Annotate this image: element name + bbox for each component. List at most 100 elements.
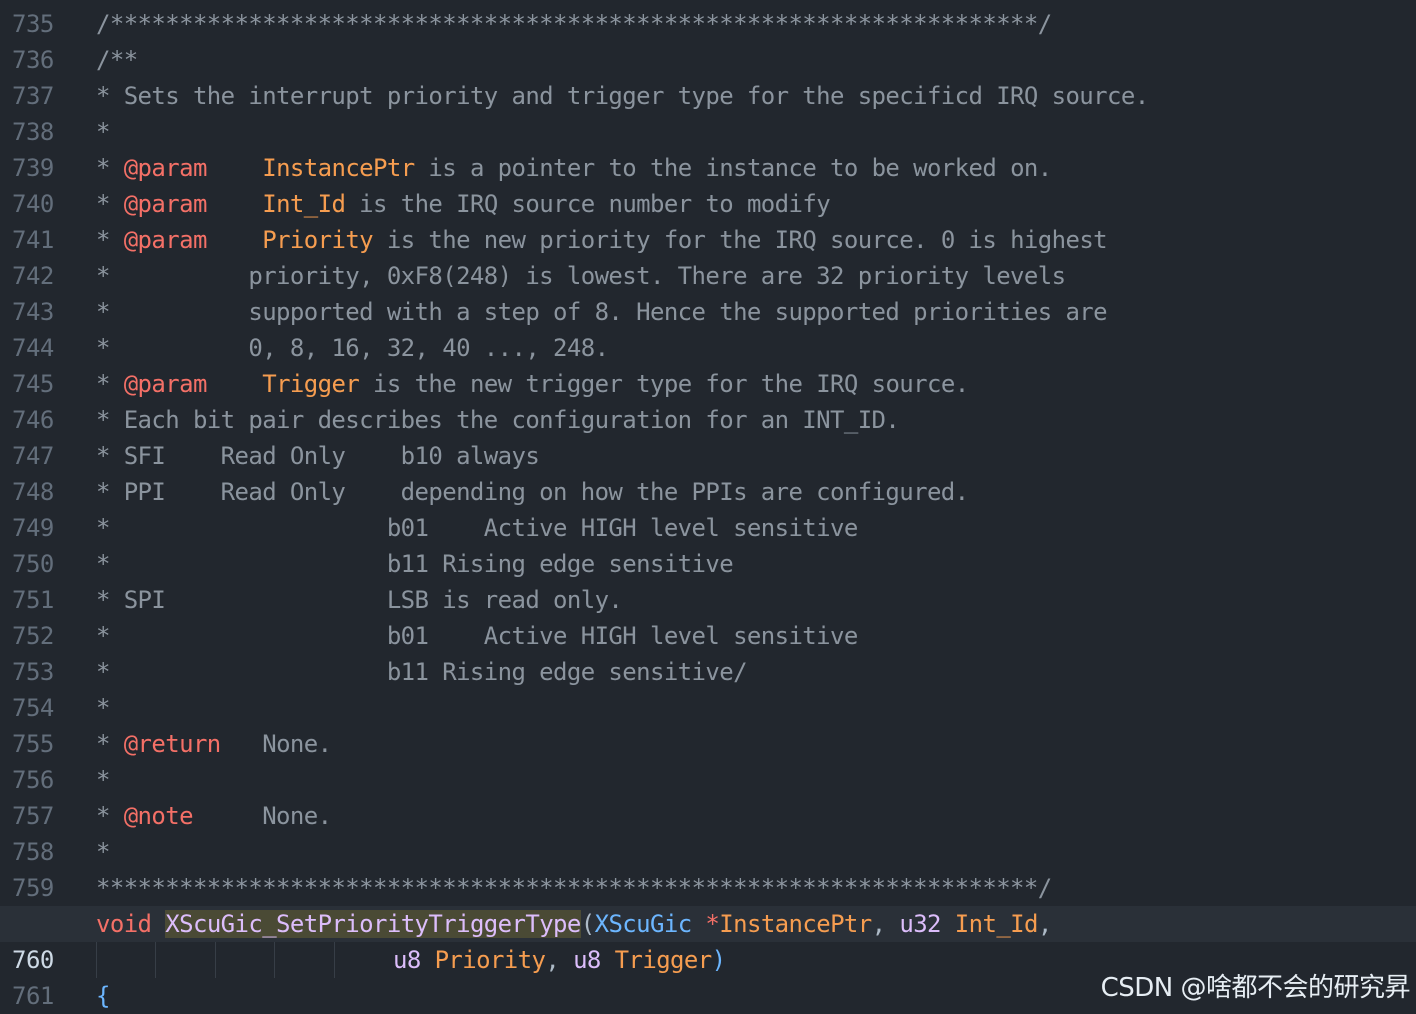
line-number: 755 (12, 730, 54, 758)
comment-text: * b11 Rising edge sensitive (96, 550, 734, 578)
line-number: 757 (12, 802, 54, 830)
comment-text: is the new priority for the IRQ source. … (373, 226, 1108, 254)
line-content: * b11 Rising edge sensitive (96, 546, 734, 582)
doc-tag: @note (123, 802, 194, 830)
comment-block: 735/************************************… (0, 6, 1416, 906)
code-line-745[interactable]: 745 * @param Trigger is the new trigger t… (0, 366, 1416, 402)
function-name: XScuGic_SetPriorityTriggerType (165, 910, 581, 938)
line-content: * (96, 114, 110, 150)
comment-text: * (96, 766, 110, 794)
line-content: * (96, 690, 110, 726)
line-content: /** (96, 42, 138, 78)
pointer-star: * (705, 910, 720, 938)
line-content: u8 Priority, u8 Trigger) (393, 942, 726, 978)
code-line-750[interactable]: 750 * b11 Rising edge sensitive (0, 546, 1416, 582)
line-content: * @param InstancePtr is a pointer to the… (96, 150, 1052, 186)
line-content: * Sets the interrupt priority and trigge… (96, 78, 1149, 114)
code-line-744[interactable]: 744 * 0, 8, 16, 32, 40 ..., 248. (0, 330, 1416, 366)
comment-text: * Each bit pair describes the configurat… (96, 406, 900, 434)
indent-guides (96, 942, 396, 978)
comment-star: * (96, 190, 124, 218)
code-line-749[interactable]: 749 * b01 Active HIGH level sensitive (0, 510, 1416, 546)
line-number: 736 (12, 46, 54, 74)
doc-tag: @return (123, 730, 222, 758)
comment-text: * SPI LSB is read only. (96, 586, 623, 614)
code-line-740[interactable]: 740 * @param Int_Id is the IRQ source num… (0, 186, 1416, 222)
comment-text: * b11 Rising edge sensitive/ (96, 658, 748, 686)
code-line-758[interactable]: 758 * (0, 834, 1416, 870)
line-content: * @note None. (96, 798, 332, 834)
code-line-752[interactable]: 752 * b01 Active HIGH level sensitive (0, 618, 1416, 654)
doc-tag: @param (123, 190, 208, 218)
line-number: 754 (12, 694, 54, 722)
code-line-748[interactable]: 748 * PPI Read Only depending on how the … (0, 474, 1416, 510)
param-instanceptr: InstancePtr (719, 910, 872, 938)
code-line-739[interactable]: 739 * @param InstancePtr is a pointer to … (0, 150, 1416, 186)
doc-tag: @param (123, 226, 208, 254)
code-line-735[interactable]: 735 /************************************… (0, 6, 1416, 42)
code-line-742[interactable]: 742 * priority, 0xF8(248) is lowest. Ther… (0, 258, 1416, 294)
comment-text: * SFI Read Only b10 always (96, 442, 540, 470)
comment-text: is a pointer to the instance to be worke… (414, 154, 1052, 182)
doc-tag: @param (123, 154, 208, 182)
line-content: * 0, 8, 16, 32, 40 ..., 248. (96, 330, 609, 366)
code-line-754[interactable]: 754 * (0, 690, 1416, 726)
line-number: 745 (12, 370, 54, 398)
comment-star: * (96, 730, 124, 758)
comment-text: * 0, 8, 16, 32, 40 ..., 248. (96, 334, 609, 362)
line-content: * b01 Active HIGH level sensitive (96, 510, 858, 546)
line-number: 743 (12, 298, 54, 326)
code-line-746[interactable]: 746 * Each bit pair describes the configu… (0, 402, 1416, 438)
code-line-741[interactable]: 741 * @param Priority is the new priority… (0, 222, 1416, 258)
comment-text: * Sets the interrupt priority and trigge… (96, 82, 1149, 110)
comment-text: * (96, 118, 110, 146)
comment-star: * (96, 154, 124, 182)
line-content: * @param Priority is the new priority fo… (96, 222, 1108, 258)
doc-param-name: Priority (262, 226, 374, 254)
comment-star: * (96, 370, 124, 398)
line-number: 751 (12, 586, 54, 614)
line-content: * (96, 762, 110, 798)
comment-text: None. (262, 730, 332, 758)
type-u8: u8 (393, 946, 421, 974)
line-number: 759 (12, 874, 54, 902)
code-line-738[interactable]: 738 * (0, 114, 1416, 150)
line-content: * SPI LSB is read only. (96, 582, 623, 618)
type-u32: u32 (899, 910, 941, 938)
code-line-759[interactable]: 759 *************************************… (0, 870, 1416, 906)
line-content: * b11 Rising edge sensitive/ (96, 654, 748, 690)
comma: , (1037, 910, 1052, 938)
comment-text: * PPI Read Only depending on how the PPI… (96, 478, 969, 506)
code-line-760[interactable]: 760 void XScuGic_SetPriorityTriggerType(… (0, 906, 1416, 974)
comma: , (871, 910, 886, 938)
line-number: 750 (12, 550, 54, 578)
code-line-753[interactable]: 753 * b11 Rising edge sensitive/ (0, 654, 1416, 690)
code-line-756[interactable]: 756 * (0, 762, 1416, 798)
code-line-747[interactable]: 747 * SFI Read Only b10 always (0, 438, 1416, 474)
doc-tag: @param (123, 370, 208, 398)
open-paren: ( (580, 910, 595, 938)
code-line-737[interactable]: 737 * Sets the interrupt priority and tri… (0, 78, 1416, 114)
code-editor[interactable]: 735/************************************… (0, 0, 1416, 1014)
close-paren: ) (711, 946, 726, 974)
code-line-743[interactable]: 743 * supported with a step of 8. Hence t… (0, 294, 1416, 330)
line-number: 741 (12, 226, 54, 254)
comment-text: is the IRQ source number to modify (345, 190, 831, 218)
line-number: 758 (12, 838, 54, 866)
code-line-736[interactable]: 736 /** (0, 42, 1416, 78)
line-number: 744 (12, 334, 54, 362)
line-content: * @param Int_Id is the IRQ source number… (96, 186, 831, 222)
line-content: * Each bit pair describes the configurat… (96, 402, 900, 438)
comment-text: * (96, 694, 110, 722)
code-line-755[interactable]: 755 * @return None. (0, 726, 1416, 762)
open-brace: { (96, 982, 110, 1010)
type-xscugic: XScuGic (594, 910, 693, 938)
line-content: * @param Trigger is the new trigger type… (96, 366, 969, 402)
code-line-757[interactable]: 757 * @note None. (0, 798, 1416, 834)
line-content: * @return None. (96, 726, 332, 762)
line-content: * SFI Read Only b10 always (96, 438, 540, 474)
code-line-751[interactable]: 751 * SPI LSB is read only. (0, 582, 1416, 618)
